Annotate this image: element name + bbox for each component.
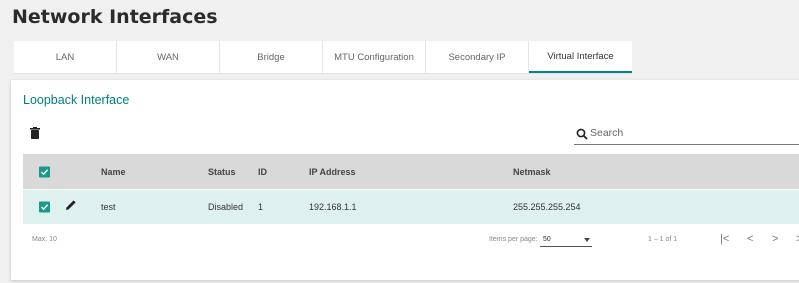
tab-bar: LAN WAN Bridge MTU Configuration Seconda… (14, 41, 632, 74)
cell-netmask: 255.255.255.254 (513, 202, 581, 212)
next-page-icon[interactable]: > (772, 233, 778, 245)
edit-pencil-icon[interactable] (65, 198, 77, 216)
column-header-status[interactable]: Status (208, 167, 236, 177)
items-per-page-select[interactable]: 50 (540, 232, 592, 247)
cell-status: Disabled (208, 202, 244, 212)
table-row[interactable]: test Disabled 1 192.168.1.1 255.255.255.… (23, 190, 799, 224)
loopback-interface-card: Loopback Interface Name Status ID IP Add… (11, 80, 799, 280)
cell-name: test (101, 202, 116, 212)
table-footer: Max. 10 Items per page: 50 1 – 1 of 1 |<… (23, 232, 799, 252)
tab-lan[interactable]: LAN (14, 41, 117, 73)
items-per-page-label: Items per page: (489, 236, 538, 243)
max-label: Max. 10 (32, 236, 57, 243)
card-title: Loopback Interface (23, 93, 130, 107)
cell-ip-address: 192.168.1.1 (309, 202, 357, 212)
row-checkbox[interactable] (39, 201, 50, 213)
cell-id: 1 (258, 202, 264, 212)
page-title: Network Interfaces (12, 6, 218, 28)
column-header-ip-address[interactable]: IP Address (309, 167, 356, 177)
search-input[interactable] (590, 125, 799, 141)
table-header: Name Status ID IP Address Netmask (23, 154, 799, 189)
tab-wan[interactable]: WAN (117, 41, 220, 73)
select-all-checkbox[interactable] (39, 166, 50, 177)
page-range-label: 1 – 1 of 1 (648, 236, 678, 243)
column-header-name[interactable]: Name (101, 167, 126, 177)
column-header-netmask[interactable]: Netmask (513, 167, 551, 177)
tab-mtu-configuration[interactable]: MTU Configuration (323, 41, 426, 73)
previous-page-icon[interactable]: < (747, 233, 753, 245)
search-field (574, 124, 799, 145)
tab-virtual-interface[interactable]: Virtual Interface (529, 41, 632, 73)
tab-secondary-ip[interactable]: Secondary IP (426, 41, 529, 73)
tab-bridge[interactable]: Bridge (220, 41, 323, 73)
search-icon (576, 127, 588, 145)
chevron-down-icon (584, 238, 590, 242)
items-per-page-value: 50 (543, 236, 551, 243)
first-page-icon[interactable]: |< (720, 233, 729, 245)
trash-icon[interactable] (30, 126, 40, 139)
column-header-id[interactable]: ID (258, 167, 267, 177)
